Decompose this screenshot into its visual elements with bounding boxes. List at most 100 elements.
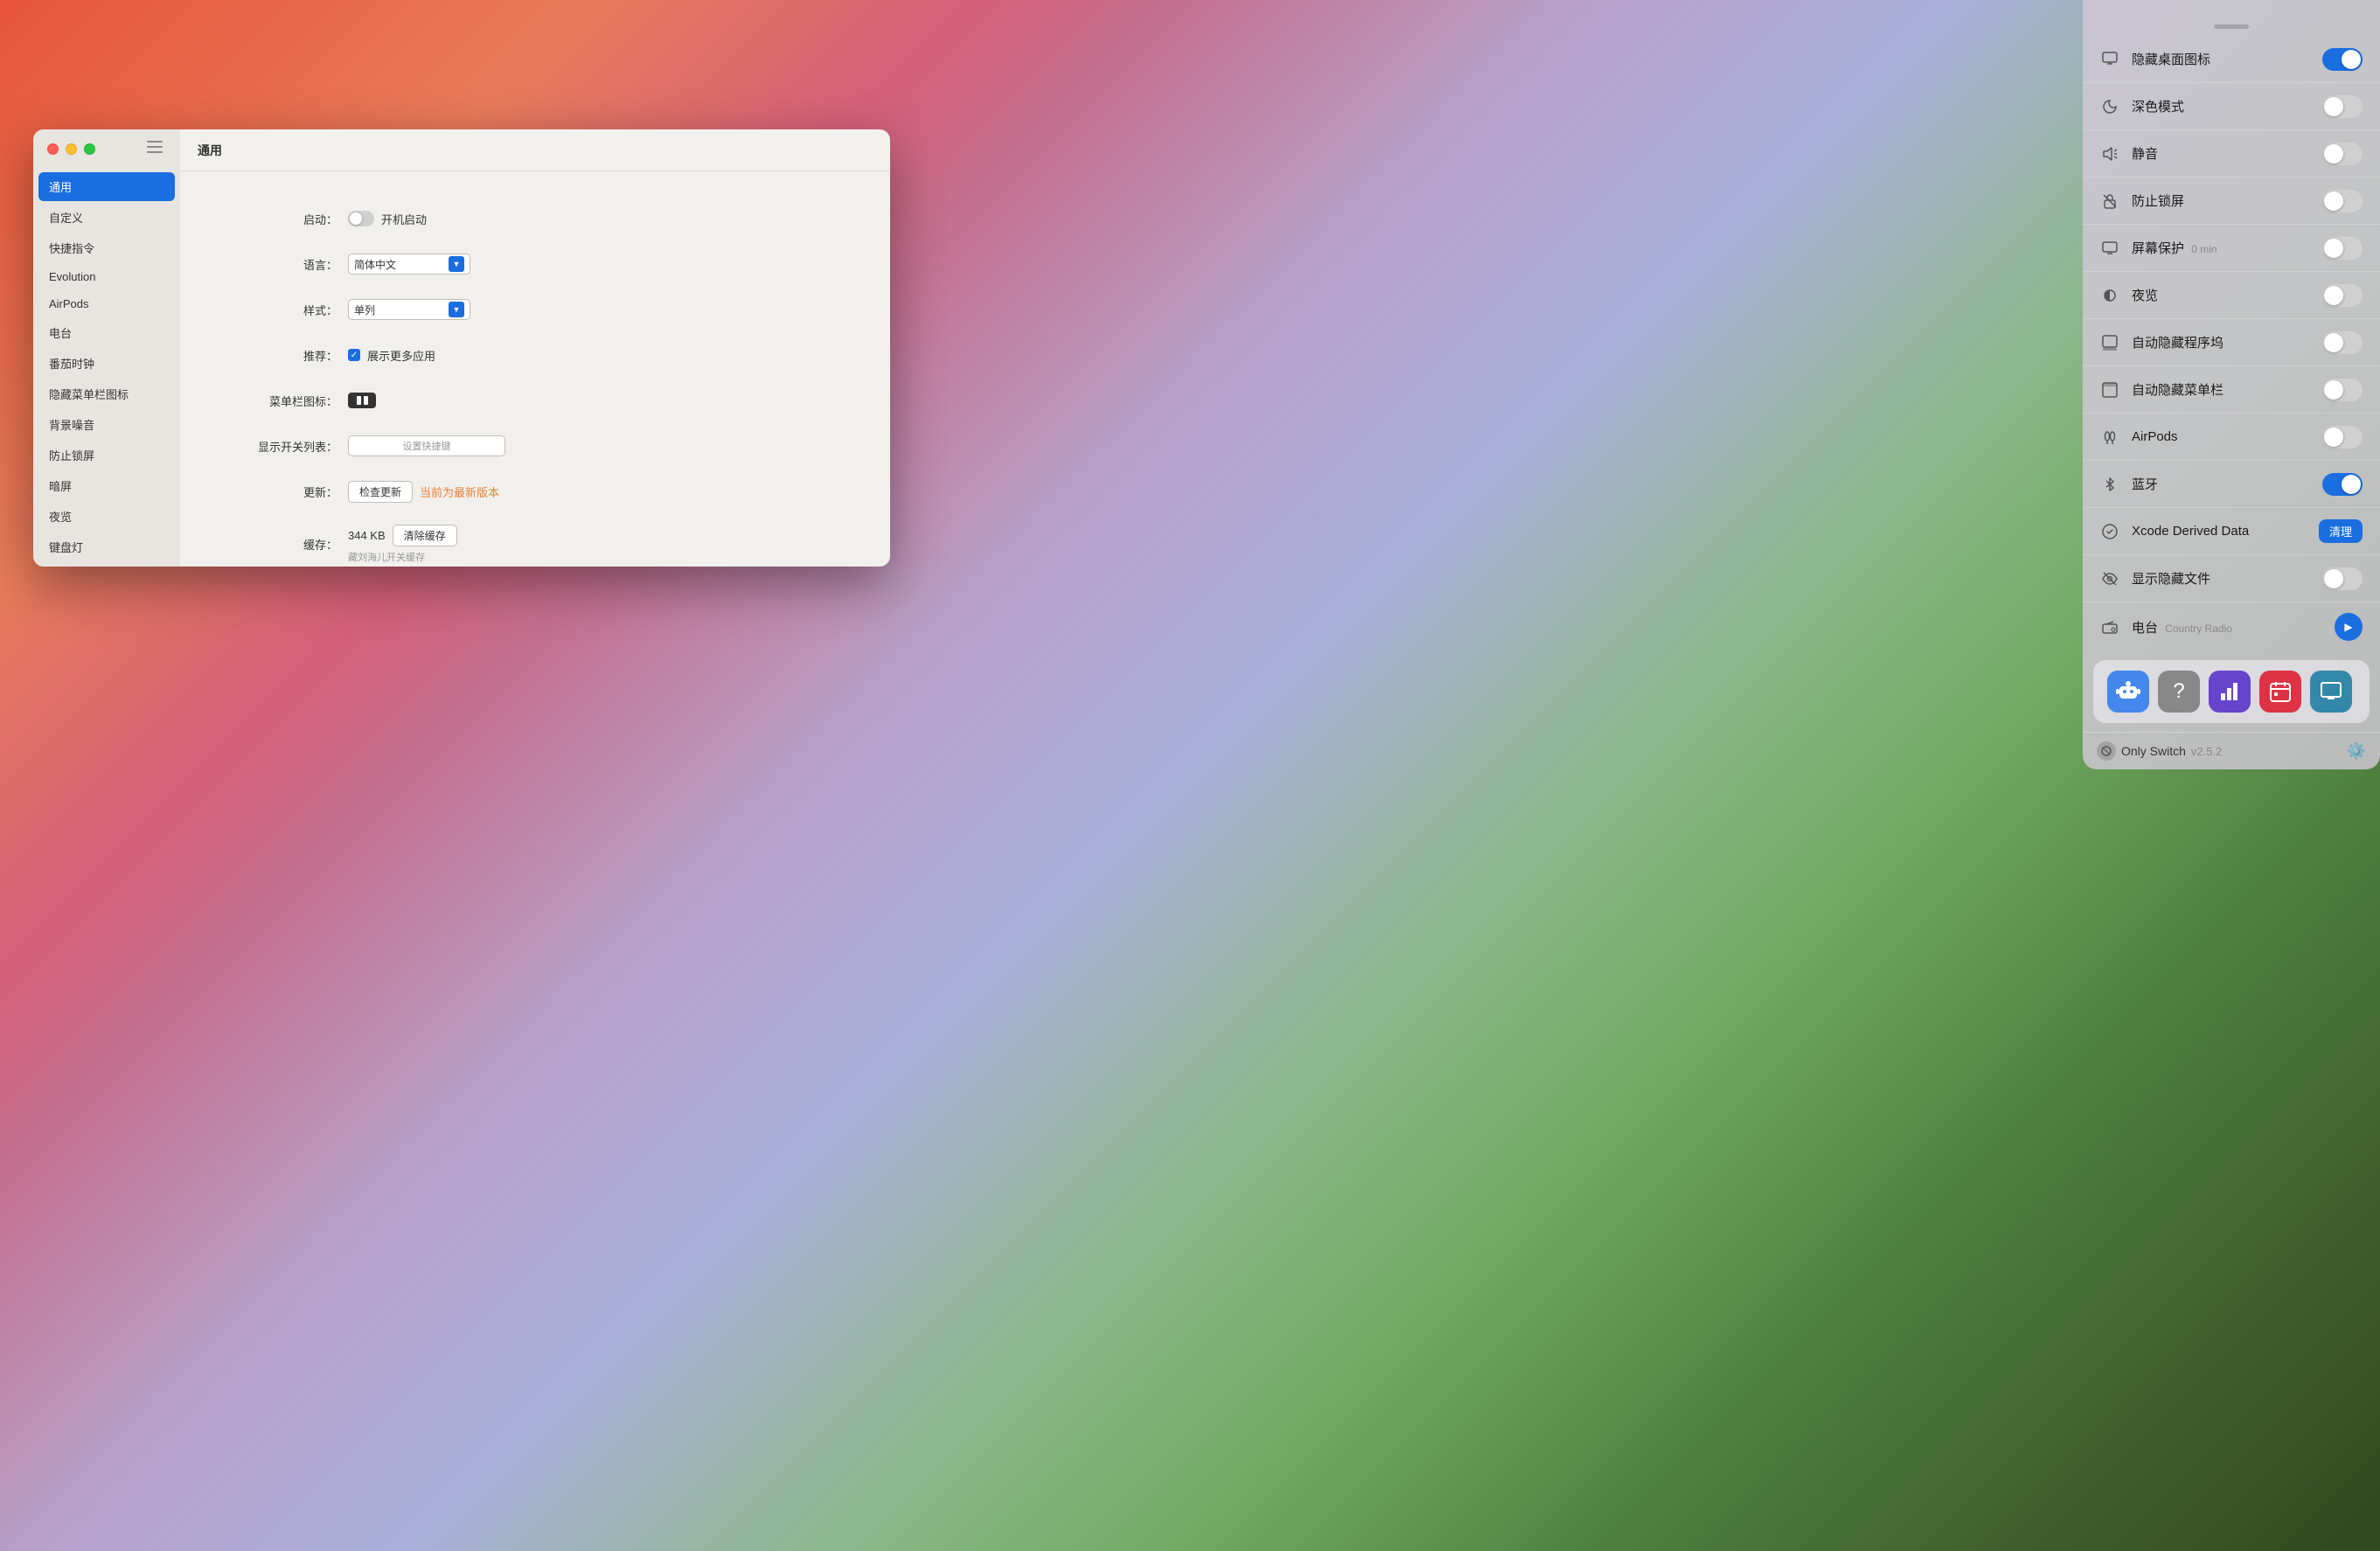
sidebar-item-about[interactable]: 关于: [38, 563, 175, 567]
update-label: 更新：: [233, 483, 338, 500]
content-area: 启动： 开机启动 语言： 简体中文 ▼ 样式： 单列: [180, 171, 890, 567]
airpods-label: AirPods: [2132, 429, 2322, 444]
sidebar-item-keyboard-light[interactable]: 键盘灯: [38, 532, 175, 561]
cache-size-text: 344 KB: [348, 529, 386, 542]
radio-sublabel: Country Radio: [2165, 622, 2232, 635]
app-hdwh[interactable]: [2310, 671, 2352, 713]
menubar-icon-value: [348, 393, 376, 408]
eye-slash-icon: [2100, 569, 2119, 588]
check-update-button[interactable]: 检查更新: [348, 481, 413, 503]
airpods-icon: [2100, 428, 2119, 447]
bluetooth-icon: [2100, 475, 2119, 494]
language-row: 语言： 简体中文 ▼: [233, 252, 838, 276]
sidebar-item-radio[interactable]: 电台: [38, 318, 175, 347]
panel-scroll-area[interactable]: 隐藏桌面图标 深色模式 静音 防止锁屏: [2083, 36, 2380, 651]
bluetooth-toggle[interactable]: [2322, 473, 2363, 496]
menubar-icon-label: 菜单栏图标：: [233, 393, 338, 409]
style-select-value: 单列: [354, 303, 375, 317]
close-button[interactable]: [47, 143, 59, 155]
startup-toggle-label: 开机启动: [381, 211, 427, 227]
minimize-button[interactable]: [66, 143, 77, 155]
airpods-toggle[interactable]: [2322, 426, 2363, 449]
style-select[interactable]: 单列 ▼: [348, 299, 470, 320]
panel-row-auto-hide-dock: 自动隐藏程序坞: [2083, 319, 2380, 366]
app-bar-chart[interactable]: [2209, 671, 2251, 713]
current-version-text: 当前为最新版本: [420, 483, 499, 500]
sidebar-item-night-view[interactable]: 夜览: [38, 502, 175, 531]
language-label: 语言：: [233, 256, 338, 273]
mute-toggle[interactable]: [2322, 143, 2363, 165]
shortcut-input[interactable]: 设置快捷键: [348, 435, 505, 456]
panel-row-dark-mode: 深色模式: [2083, 83, 2380, 130]
mute-label: 静音: [2132, 144, 2322, 163]
dark-mode-label: 深色模式: [2132, 97, 2322, 115]
panel-row-screen-saver: 屏幕保护 0 min: [2083, 225, 2380, 272]
hide-desktop-icon-label: 隐藏桌面图标: [2132, 50, 2322, 68]
auto-hide-menubar-toggle[interactable]: [2322, 379, 2363, 401]
sidebar: 通用 自定义 快捷指令 Evolution AirPods 电台 番茄时钟 隐藏…: [33, 129, 180, 567]
startup-toggle-knob: [350, 212, 362, 225]
sidebar-item-prevent-lock[interactable]: 防止锁屏: [38, 441, 175, 469]
dark-mode-toggle[interactable]: [2322, 95, 2363, 118]
style-row: 样式： 单列 ▼: [233, 297, 838, 322]
right-panel: 隐藏桌面图标 深色模式 静音 防止锁屏: [2083, 0, 2380, 769]
hide-desktop-icon-toggle[interactable]: [2322, 48, 2363, 71]
sidebar-item-general[interactable]: 通用: [38, 172, 175, 201]
language-select[interactable]: 简体中文 ▼: [348, 254, 470, 275]
panel-top-indicator: [2214, 24, 2249, 29]
cache-hint-text: 藏刘海儿开关缓存: [348, 550, 425, 564]
menubar-icon-row: 菜单栏图标：: [233, 388, 838, 413]
cache-row-inner: 344 KB 清除缓存: [348, 525, 457, 546]
app-question[interactable]: ?: [2158, 671, 2200, 713]
sidebar-item-customize[interactable]: 自定义: [38, 203, 175, 232]
night-view-icon: [2100, 286, 2119, 305]
cache-value: 344 KB 清除缓存 藏刘海儿开关缓存: [348, 525, 457, 564]
language-dropdown-icon: ▼: [449, 256, 464, 272]
recommend-row: 推荐： ✓ 展示更多应用: [233, 343, 838, 367]
prevent-lock-toggle[interactable]: [2322, 190, 2363, 212]
update-value: 检查更新 当前为最新版本: [348, 481, 499, 503]
panel-row-airpods: AirPods: [2083, 414, 2380, 461]
panel-row-bluetooth: 蓝牙: [2083, 461, 2380, 508]
startup-toggle[interactable]: [348, 211, 374, 226]
app-calendar[interactable]: [2259, 671, 2301, 713]
language-select-value: 简体中文: [354, 257, 396, 272]
sidebar-item-bg-noise[interactable]: 背景噪音: [38, 410, 175, 439]
toggle-bar-3: [147, 151, 163, 153]
panel-row-night-view: 夜览: [2083, 272, 2380, 319]
panel-row-hide-desktop-icon: 隐藏桌面图标: [2083, 36, 2380, 83]
panel-row-radio: 电台 Country Radio ▶: [2083, 602, 2380, 651]
recommend-checkbox[interactable]: ✓: [348, 349, 360, 361]
menubar-icon-preview[interactable]: [348, 393, 376, 408]
sidebar-item-hide-menu[interactable]: 隐藏菜单栏图标: [38, 379, 175, 408]
sidebar-item-dark-screen[interactable]: 暗屏: [38, 471, 175, 500]
screen-saver-toggle[interactable]: [2322, 237, 2363, 260]
startup-label: 启动：: [233, 211, 338, 227]
settings-gear-icon[interactable]: ⚙️: [2347, 741, 2366, 761]
xcode-clean-button[interactable]: 清理: [2319, 519, 2363, 543]
sidebar-item-tomato[interactable]: 番茄时钟: [38, 349, 175, 378]
panel-row-xcode: Xcode Derived Data 清理: [2083, 508, 2380, 555]
panel-row-hidden-files: 显示隐藏文件: [2083, 555, 2380, 602]
menubar-icon: [2100, 380, 2119, 400]
moon-icon: [2100, 97, 2119, 116]
recommend-label: 推荐：: [233, 347, 338, 364]
panel-app-icon-small: [2097, 741, 2116, 761]
app-robot[interactable]: [2107, 671, 2149, 713]
sidebar-toggle-button[interactable]: [147, 141, 163, 153]
cache-label: 缓存：: [233, 536, 338, 553]
panel-bottom-bar: Only Switch v2.5.2 ⚙️: [2083, 732, 2380, 769]
sidebar-item-evolution[interactable]: Evolution: [38, 264, 175, 289]
xcode-label: Xcode Derived Data: [2132, 524, 2319, 539]
radio-play-button[interactable]: ▶: [2335, 613, 2363, 641]
maximize-button[interactable]: [84, 143, 95, 155]
clear-cache-button[interactable]: 清除缓存: [393, 525, 457, 546]
sidebar-item-shortcuts[interactable]: 快捷指令: [38, 233, 175, 262]
sidebar-item-airpods[interactable]: AirPods: [38, 291, 175, 316]
shortcut-placeholder: 设置快捷键: [403, 439, 451, 453]
auto-hide-dock-toggle[interactable]: [2322, 331, 2363, 354]
hidden-files-toggle[interactable]: [2322, 567, 2363, 590]
checkbox-checkmark: ✓: [351, 351, 358, 360]
startup-value: 开机启动: [348, 211, 427, 227]
night-view-toggle[interactable]: [2322, 284, 2363, 307]
